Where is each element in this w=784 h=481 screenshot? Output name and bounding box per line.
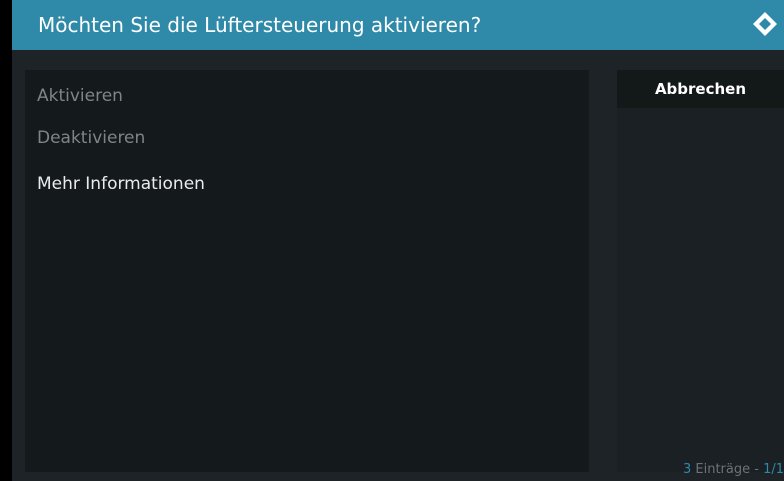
dialog-header: Möchten Sie die Lüftersteuerung aktivier… — [12, 0, 784, 50]
item-count-label: Einträge - — [691, 462, 764, 477]
cancel-button-label: Abbrechen — [654, 80, 747, 98]
options-list: Aktivieren Deaktivieren Mehr Information… — [25, 70, 589, 472]
kodi-logo-icon — [753, 12, 777, 36]
side-panel — [617, 70, 784, 472]
cancel-button[interactable]: Abbrechen — [617, 70, 784, 108]
page-indicator: 1/1 — [763, 462, 784, 477]
list-item-mehr-informationen[interactable]: Mehr Informationen — [37, 174, 205, 194]
item-count: 3 Einträge - 1/1 — [683, 462, 784, 477]
list-item-deaktivieren[interactable]: Deaktivieren — [37, 128, 145, 148]
list-item-aktivieren[interactable]: Aktivieren — [37, 86, 123, 106]
dialog: Möchten Sie die Lüftersteuerung aktivier… — [12, 0, 784, 481]
dialog-title: Möchten Sie die Lüftersteuerung aktivier… — [38, 13, 482, 37]
